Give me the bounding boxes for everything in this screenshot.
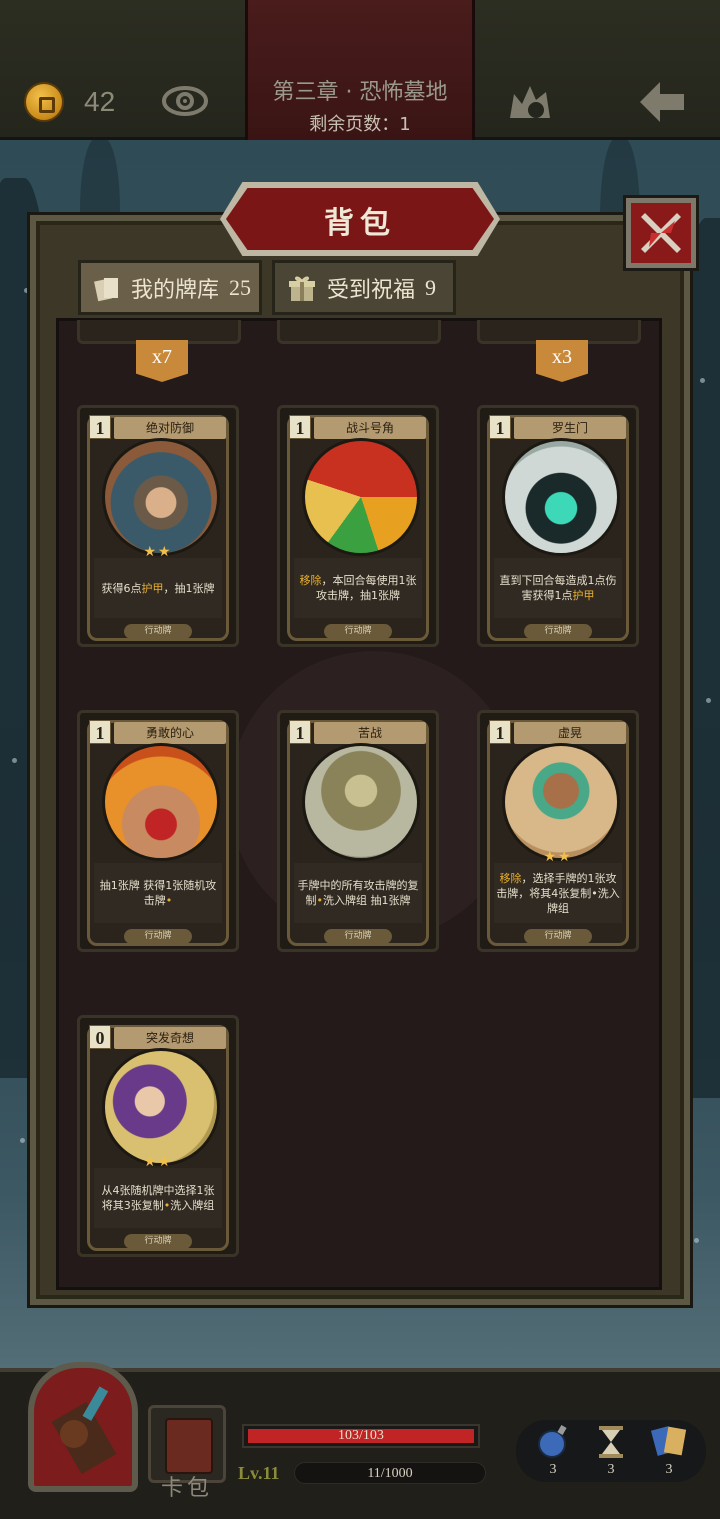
card-art-viking-warrior (102, 438, 220, 556)
coin-count: 42 (84, 86, 116, 117)
item-count: 3 (607, 1462, 615, 1477)
chapter-panel: 第三章 · 恐怖墓地 剩余页数：1 (245, 0, 475, 140)
card-name: 战斗号角 (314, 417, 426, 439)
hourglass-icon (599, 1426, 623, 1458)
card[interactable]: 1 绝对防御 ★★ 获得6点护甲，抽1张牌 行动牌 (77, 405, 239, 647)
desc-text: ，抽1张牌 (163, 581, 215, 595)
xp-bar: 11/1000 (294, 1462, 486, 1484)
item-cards[interactable]: 3 (642, 1420, 696, 1482)
close-button[interactable] (626, 198, 696, 268)
player-level: Lv.11 (238, 1463, 280, 1483)
desc-text: 直到下回合每造成1点伤害获得1点 (499, 574, 617, 602)
card-art-inventor (102, 1048, 220, 1166)
card-name: 虚晃 (514, 722, 626, 744)
item-count: 3 (549, 1462, 557, 1477)
top-bar: 42 第三章 · 恐怖墓地 剩余页数：1 (0, 0, 720, 140)
book-icon (165, 1418, 213, 1474)
card[interactable]: 1 苦战 手牌中的所有攻击牌的复制•洗入牌组 抽1张牌 行动牌 (277, 710, 439, 952)
card-type: 行动牌 (124, 624, 192, 639)
card-type: 行动牌 (124, 929, 192, 944)
card[interactable]: 1 罗生门 直到下回合每造成1点伤害获得1点护甲 行动牌 (477, 405, 639, 647)
card-cost: 1 (289, 720, 311, 744)
gift-icon (289, 275, 315, 301)
card-type: 行动牌 (524, 929, 592, 944)
card[interactable]: 0 突发奇想 ★★ 从4张随机牌中选择1张 将其3张复制•洗入牌组 行动牌 (77, 1015, 239, 1257)
card-description: 移除，本回合每使用1张攻击牌，抽1张牌 (294, 558, 422, 618)
chapter-title: 第三章 · 恐怖墓地 (272, 80, 448, 105)
card-cost: 0 (89, 1025, 111, 1049)
card-type: 行动牌 (124, 1234, 192, 1249)
card-name: 勇敢的心 (114, 722, 226, 744)
card-art-muscle-hero (102, 743, 220, 861)
card-name: 罗生门 (514, 417, 626, 439)
desc-text: ，本回合每使用1张攻击牌，抽1张牌 (316, 574, 417, 602)
panel-title: 背包 (324, 206, 396, 241)
item-potion[interactable]: 3 (526, 1420, 580, 1482)
tab-count: 9 (425, 274, 437, 300)
card[interactable]: 1 勇敢的心 抽1张牌 获得1张随机攻击牌• 行动牌 (77, 710, 239, 952)
partial-card[interactable] (277, 320, 441, 344)
gold-coin-icon (24, 82, 64, 122)
card-art-boxer (502, 743, 620, 861)
eye-icon[interactable] (162, 84, 208, 118)
hero-portrait (51, 1386, 117, 1474)
card-description: 直到下回合每造成1点伤害获得1点护甲 (494, 558, 622, 618)
card-art-mummy-fighter (302, 743, 420, 861)
item-hourglass[interactable]: 3 (584, 1420, 638, 1482)
card-count-badge: x7 (136, 340, 188, 382)
cat-icon[interactable] (506, 80, 554, 122)
desc-text: 抽1张牌 获得1张随机攻击牌 (99, 879, 217, 907)
hp-bar: 103/103 (242, 1424, 480, 1448)
card-name: 绝对防御 (114, 417, 226, 439)
hp-text: 103/103 (338, 1428, 384, 1443)
card-cost: 1 (489, 415, 511, 439)
card-description: 抽1张牌 获得1张随机攻击牌• (94, 863, 222, 923)
card-type: 行动牌 (324, 624, 392, 639)
xp-text: 11/1000 (367, 1466, 413, 1481)
close-icon (641, 213, 681, 253)
card[interactable]: 1 战斗号角 移除，本回合每使用1张攻击牌，抽1张牌 行动牌 (277, 405, 439, 647)
desc-keyword: 护甲 (141, 581, 164, 595)
tab-label: 我的牌库 (131, 277, 220, 303)
card-type: 行动牌 (524, 624, 592, 639)
card-name: 突发奇想 (114, 1027, 226, 1049)
tab-blessings[interactable]: 受到祝福 9 (272, 260, 456, 315)
card-count-badge: x3 (536, 340, 588, 382)
desc-keyword: 护甲 (572, 589, 595, 602)
desc-keyword: 移除 (299, 574, 322, 587)
card-cost: 1 (489, 720, 511, 744)
desc-text: 洗入牌组 (170, 1199, 215, 1212)
potion-icon (538, 1425, 567, 1458)
consumable-items: 3 3 3 (516, 1420, 706, 1482)
card-art-war-horn (302, 438, 420, 556)
desc-text: 洗入牌组 抽1张牌 (323, 894, 411, 907)
card-description: 获得6点护甲，抽1张牌 (94, 558, 222, 618)
card-description: 从4张随机牌中选择1张 将其3张复制•洗入牌组 (94, 1168, 222, 1228)
card-description: 移除，选择手牌的1张攻击牌，将其4张复制•洗入牌组 (494, 863, 622, 923)
card-cost: 1 (89, 720, 111, 744)
item-count: 3 (665, 1462, 673, 1477)
tab-my-deck[interactable]: 我的牌库 25 (78, 260, 262, 315)
tab-count: 25 (229, 274, 252, 300)
cards-icon (650, 1426, 687, 1456)
tab-label: 受到祝福 (327, 277, 416, 303)
desc-keyword: • (165, 894, 173, 907)
hero-avatar[interactable] (28, 1362, 138, 1492)
pages-remaining: 剩余页数：1 (309, 114, 411, 135)
cardpack-label: 卡包 (160, 1476, 213, 1501)
card-art-demon-gate (502, 438, 620, 556)
card-cost: 1 (89, 415, 111, 439)
desc-keyword: 移除 (499, 871, 522, 885)
card-type: 行动牌 (324, 929, 392, 944)
card-description: 手牌中的所有攻击牌的复制•洗入牌组 抽1张牌 (294, 863, 422, 923)
card-name: 苦战 (314, 722, 426, 744)
card[interactable]: 1 虚晃 ★★ 移除，选择手牌的1张攻击牌，将其4张复制•洗入牌组 行动牌 (477, 710, 639, 952)
desc-text: 获得6点 (101, 581, 142, 595)
back-arrow-icon[interactable] (636, 78, 688, 126)
cards-icon (94, 277, 118, 301)
card-cost: 1 (289, 415, 311, 439)
